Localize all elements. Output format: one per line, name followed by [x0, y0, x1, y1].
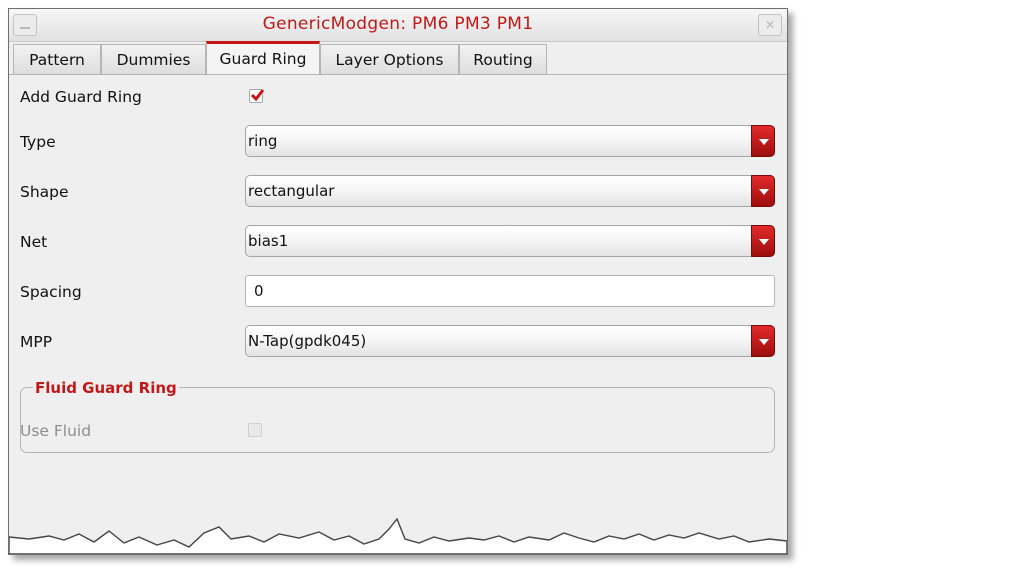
- mpp-label: MPP: [20, 333, 53, 351]
- use-fluid-label: Use Fluid: [20, 422, 92, 440]
- fluid-guard-ring-title: Fluid Guard Ring: [33, 379, 179, 397]
- type-value: ring: [248, 132, 278, 150]
- add-guard-ring-label: Add Guard Ring: [20, 88, 142, 106]
- modgen-window: GenericModgen: PM6 PM3 PM1 ✕ Pattern Dum…: [8, 8, 788, 555]
- window-title: GenericModgen: PM6 PM3 PM1: [262, 14, 534, 34]
- tab-layer-options[interactable]: Layer Options: [320, 44, 459, 74]
- type-label: Type: [20, 133, 56, 151]
- checkmark-icon: [250, 89, 265, 102]
- mpp-select[interactable]: N-Tap(gpdk045): [245, 325, 775, 357]
- title-bar[interactable]: GenericModgen: PM6 PM3 PM1 ✕: [9, 9, 787, 42]
- tab-pattern[interactable]: Pattern: [13, 44, 101, 74]
- dropdown-arrow-icon[interactable]: [751, 175, 775, 207]
- mpp-value: N-Tap(gpdk045): [248, 332, 367, 350]
- tab-divider: [9, 74, 787, 75]
- dropdown-arrow-icon[interactable]: [751, 125, 775, 157]
- shape-label: Shape: [20, 183, 69, 201]
- close-icon[interactable]: ✕: [758, 14, 782, 36]
- shape-select[interactable]: rectangular: [245, 175, 775, 207]
- add-guard-ring-checkbox[interactable]: [249, 89, 265, 103]
- tab-routing[interactable]: Routing: [459, 44, 547, 74]
- torn-edge: [9, 517, 787, 554]
- spacing-label: Spacing: [20, 283, 82, 301]
- net-select[interactable]: bias1: [245, 225, 775, 257]
- tab-dummies[interactable]: Dummies: [101, 44, 206, 74]
- net-value: bias1: [248, 232, 289, 250]
- tab-guard-ring[interactable]: Guard Ring: [206, 41, 320, 75]
- shape-value: rectangular: [248, 182, 335, 200]
- net-label: Net: [20, 233, 48, 251]
- spacing-value: 0: [254, 282, 264, 300]
- dropdown-arrow-icon[interactable]: [751, 325, 775, 357]
- type-select[interactable]: ring: [245, 125, 775, 157]
- spacing-input[interactable]: 0: [245, 275, 775, 307]
- dropdown-arrow-icon[interactable]: [751, 225, 775, 257]
- use-fluid-checkbox[interactable]: [248, 423, 262, 437]
